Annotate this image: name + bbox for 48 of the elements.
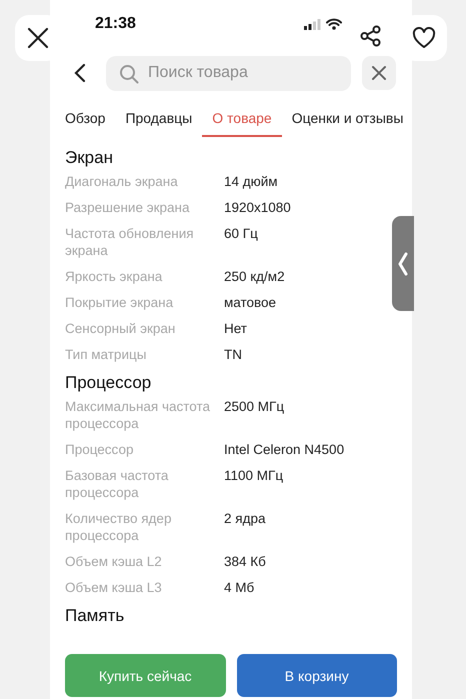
search-icon	[119, 64, 139, 84]
spec-value: матовое	[224, 294, 276, 311]
spec-label: Объем кэша L3	[65, 579, 163, 596]
spec-label: Диагональ экрана	[65, 173, 179, 190]
section-title: Память	[65, 605, 126, 627]
spec-label: Яркость экрана	[65, 268, 164, 285]
spec-value: Нет	[224, 320, 247, 337]
spec-label: Объем кэша L2	[65, 553, 163, 570]
spec-value: 2500 МГц	[224, 398, 284, 416]
spec-label: Количество ядер процессора	[65, 510, 172, 544]
share-button[interactable]	[360, 25, 382, 47]
spec-label: Разрешение экрана	[65, 199, 190, 216]
side-panel-handle[interactable]	[392, 216, 414, 311]
signal-icon	[304, 18, 321, 30]
spec-value: 1100 МГц	[224, 467, 284, 485]
tab[interactable]: Обзор	[55, 101, 116, 137]
spec-value: 250 кд/м2	[224, 268, 285, 285]
spec-value: 14 дюйм	[224, 173, 278, 190]
spec-value: 384 Кб	[224, 553, 266, 570]
spec-label: Базовая частота процессора	[65, 467, 170, 501]
search-field[interactable]: Поиск товара	[106, 56, 351, 90]
heart-icon	[412, 27, 436, 49]
close-icon	[371, 65, 387, 81]
tab[interactable]: Оценки и отзывы	[282, 101, 414, 137]
clear-button[interactable]	[362, 56, 396, 90]
tab[interactable]: О товаре	[202, 101, 282, 137]
spec-label: Покрытие экрана	[65, 294, 174, 311]
chevron-left-icon	[398, 252, 408, 276]
spec-label: Процессор	[65, 441, 134, 458]
section-title: Экран	[65, 147, 114, 169]
spec-value: TN	[224, 346, 242, 363]
add-to-cart-button[interactable]: В корзину	[236, 654, 397, 697]
spec-value: 60 Гц	[224, 225, 258, 243]
spec-label: Сенсорный экран	[65, 320, 176, 337]
chevron-left-icon	[74, 63, 86, 83]
wifi-icon	[326, 18, 342, 30]
status-time: 21:38	[95, 15, 136, 33]
section-title: Процессор	[65, 372, 152, 394]
spec-value: 4 Мб	[224, 579, 254, 596]
spec-label: Тип матрицы	[65, 346, 148, 363]
close-icon	[27, 27, 49, 49]
spec-label: Максимальная частота процессора	[65, 398, 212, 432]
spec-value: 1920x1080	[224, 199, 291, 216]
share-icon	[360, 25, 382, 47]
tab[interactable]: Продавцы	[115, 101, 202, 137]
spec-value: Intel Celeron N4500	[224, 441, 344, 458]
spec-value: 2 ядра	[224, 510, 266, 528]
spec-label: Частота обновления экрана	[65, 225, 195, 259]
